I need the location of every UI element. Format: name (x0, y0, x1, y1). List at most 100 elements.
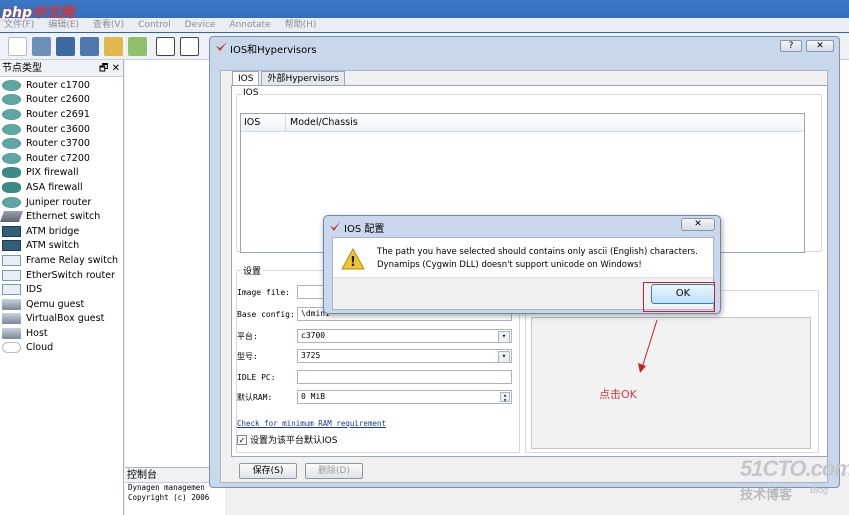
float-panel-icon[interactable]: 🗗 (99, 63, 108, 74)
node-type-item[interactable]: VirtualBox guest (0, 312, 123, 327)
node-type-item[interactable]: Router c3600 (0, 122, 123, 137)
dialog-close-button[interactable]: ✕ (806, 40, 834, 52)
idle-pc-input[interactable] (297, 370, 512, 384)
router-icon (2, 79, 21, 91)
node-type-label: ATM switch (26, 240, 80, 252)
ram-spinbox[interactable]: 0 MiB ▴ ▾ (297, 390, 512, 404)
node-type-item[interactable]: PIX firewall (0, 166, 123, 181)
menu-item[interactable]: Control (134, 18, 181, 32)
box-icon (2, 284, 21, 296)
model-select[interactable]: 3725 (297, 349, 512, 363)
node-types-title: 节点类型 (2, 63, 42, 74)
node-type-item[interactable]: Host (0, 326, 123, 341)
save-button[interactable]: 保存(S) (239, 463, 297, 479)
column-model-chassis[interactable]: Model/Chassis (286, 114, 358, 131)
default-ios-checkbox-row[interactable]: ✓ 设置为该平台默认IOS (237, 433, 337, 446)
node-type-item[interactable]: Router c7200 (0, 151, 123, 166)
node-type-label: Host (26, 327, 48, 339)
designer-mode-icon[interactable] (156, 37, 175, 56)
node-type-item[interactable]: Router c2691 (0, 107, 123, 122)
snapshot-icon[interactable] (128, 37, 147, 56)
save-as-icon[interactable] (80, 37, 99, 56)
popup-title: IOS 配置 (344, 224, 385, 235)
node-type-label: Frame Relay switch (26, 254, 119, 266)
node-type-item[interactable]: Ethernet switch (0, 209, 123, 224)
menu-list: 文件(F) 编辑(E) 查看(V) Control Device Annotate 帮助(H… (0, 18, 849, 32)
node-type-item[interactable]: ATM switch (0, 239, 123, 254)
node-type-label: Qemu guest (26, 298, 85, 310)
node-type-label: Router c2600 (26, 94, 90, 106)
firewall-icon (2, 181, 21, 193)
pc-icon (2, 298, 21, 310)
column-ios[interactable]: IOS (241, 114, 286, 131)
node-type-label: Router c3600 (26, 123, 90, 135)
delete-button[interactable]: 删除(D) (305, 463, 363, 479)
node-type-item[interactable]: Juniper router (0, 195, 123, 210)
switch-icon (0, 211, 24, 223)
router-icon (2, 196, 21, 208)
router-icon (2, 123, 21, 135)
node-type-item[interactable]: Router c2600 (0, 93, 123, 108)
node-type-item[interactable]: IDS (0, 282, 123, 297)
watermark-main: 51CTO.com (740, 456, 849, 481)
ok-highlight-frame (643, 282, 715, 312)
node-type-label: ASA firewall (26, 181, 83, 193)
menu-bar: 文件(F) 编辑(E) 查看(V) Control Device Annotate 帮助(H… (0, 0, 849, 33)
dialog-help-button[interactable]: ? (780, 40, 802, 52)
popup-message: The path you have selected should contai… (377, 247, 698, 270)
node-type-label: Router c1700 (26, 79, 90, 91)
tab-external-hypervisors[interactable]: 外部Hypervisors (261, 71, 345, 86)
watermark-logo: php中文网 (2, 5, 75, 21)
platform-select[interactable]: c3700 (297, 329, 512, 343)
node-type-label: EtherSwitch router (26, 269, 115, 281)
ios-table-header: IOS Model/Chassis (241, 114, 804, 132)
annotation-arrow (638, 319, 658, 373)
settings-group-label: 设置 (241, 264, 264, 277)
node-type-item[interactable]: ASA firewall (0, 180, 123, 195)
box-icon (2, 269, 21, 281)
node-type-item[interactable]: Cloud (0, 341, 123, 356)
folder-icon[interactable] (104, 37, 123, 56)
cloud-icon (2, 342, 21, 354)
node-types-panel: 节点类型 🗗 ✕ Router c1700 Router c2600 Router … (0, 60, 124, 515)
router-icon (2, 152, 21, 164)
node-type-label: Router c2691 (26, 108, 90, 120)
idle-pc-label: IDLE PC: (237, 373, 276, 382)
save-icon[interactable] (56, 37, 75, 56)
menu-item[interactable]: 查看(V) (89, 18, 134, 32)
ram-value: 0 MiB (301, 392, 326, 401)
spin-arrows-icon[interactable]: ▴ ▾ (500, 392, 510, 404)
menu-item[interactable]: Device (181, 18, 226, 32)
atm-icon (2, 240, 21, 252)
popup-close-button[interactable]: ✕ (681, 218, 715, 231)
default-ios-label: 设置为该平台默认IOS (250, 436, 338, 446)
close-panel-icon[interactable]: ✕ (112, 63, 120, 74)
node-types-header: 节点类型 🗗 ✕ (0, 60, 123, 77)
image-file-label: Image file: (237, 288, 290, 297)
node-type-label: IDS (26, 284, 43, 296)
node-type-item[interactable]: Router c3700 (0, 136, 123, 151)
node-type-label: Ethernet switch (26, 211, 101, 223)
dialog-app-icon (216, 42, 227, 51)
router-icon (2, 138, 21, 150)
menu-item[interactable]: 帮助(H) (281, 18, 327, 32)
node-type-item[interactable]: Router c1700 (0, 78, 123, 93)
new-file-icon[interactable] (8, 37, 27, 56)
node-type-label: VirtualBox guest (26, 313, 105, 325)
pc-icon (2, 327, 21, 339)
node-type-item[interactable]: ATM bridge (0, 224, 123, 239)
simulation-mode-icon[interactable] (180, 37, 199, 56)
warning-glyph: ! (350, 255, 356, 270)
ram-requirement-link[interactable]: Check for minimum RAM requirement (237, 419, 386, 428)
router-icon (2, 108, 21, 120)
pc-icon (2, 313, 21, 325)
default-ios-checkbox[interactable]: ✓ (237, 434, 247, 445)
node-type-item[interactable]: EtherSwitch router (0, 268, 123, 283)
node-type-label: ATM bridge (26, 225, 80, 237)
detail-group (525, 290, 819, 453)
platform-label: 平台: (237, 332, 258, 341)
node-type-item[interactable]: Frame Relay switch (0, 253, 123, 268)
menu-item[interactable]: Annotate (225, 18, 280, 32)
open-folder-icon[interactable] (32, 37, 51, 56)
node-type-item[interactable]: Qemu guest (0, 297, 123, 312)
